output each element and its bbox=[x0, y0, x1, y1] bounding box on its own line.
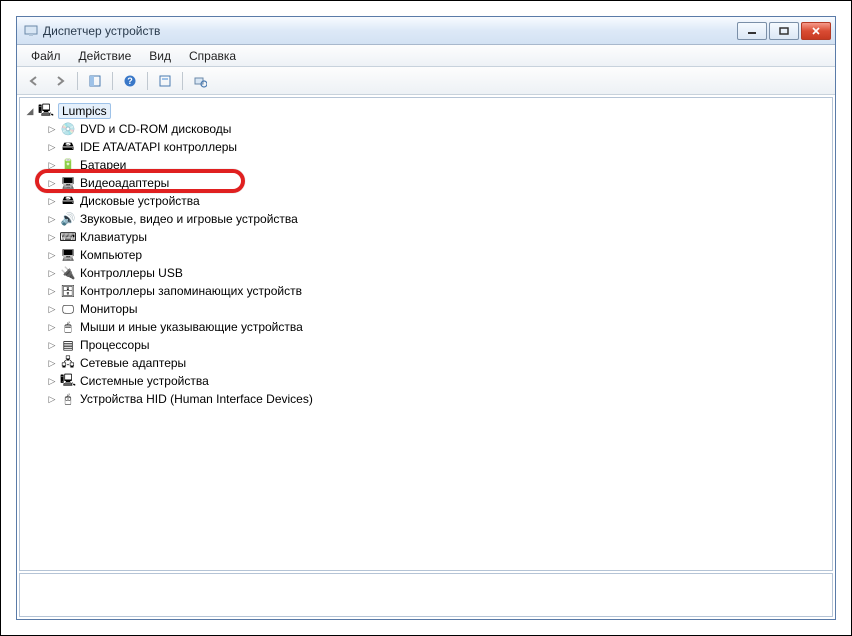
computer-icon: 🖥 bbox=[60, 247, 76, 263]
separator bbox=[77, 72, 78, 90]
scan-button[interactable] bbox=[189, 70, 211, 92]
device-tree-panel: ◢ 🖳 Lumpics ▷💿DVD и CD-ROM дисководы▷🖴ID… bbox=[19, 97, 833, 571]
expand-icon[interactable]: ▷ bbox=[46, 285, 58, 297]
toolbar: ? bbox=[17, 67, 835, 95]
help-button[interactable]: ? bbox=[119, 70, 141, 92]
disk-icon: 🖴 bbox=[60, 193, 76, 209]
tree-item-keyboards[interactable]: ▷⌨ Клавиатуры bbox=[44, 228, 830, 246]
ide-icon: 🖴 bbox=[60, 139, 76, 155]
tree-item-ide-controllers[interactable]: ▷🖴 IDE ATA/ATAPI контроллеры bbox=[44, 138, 830, 156]
menu-view[interactable]: Вид bbox=[141, 47, 179, 65]
root-label: Lumpics bbox=[58, 103, 111, 119]
titlebar[interactable]: Диспетчер устройств bbox=[17, 17, 835, 45]
tree-item-system-devices[interactable]: ▷🖳 Системные устройства bbox=[44, 372, 830, 390]
tree-item-disk-drives[interactable]: ▷🖴 Дисковые устройства bbox=[44, 192, 830, 210]
tree-root-computer[interactable]: ◢ 🖳 Lumpics bbox=[22, 102, 830, 120]
battery-icon: 🔋 bbox=[60, 157, 76, 173]
svg-text:?: ? bbox=[127, 76, 133, 86]
tree-item-label: Процессоры bbox=[80, 338, 150, 352]
tree-item-label: Мониторы bbox=[80, 302, 137, 316]
tree-item-storage-controllers[interactable]: ▷🗄 Контроллеры запоминающих устройств bbox=[44, 282, 830, 300]
tree-item-computer[interactable]: ▷🖥 Компьютер bbox=[44, 246, 830, 264]
computer-icon: 🖳 bbox=[38, 103, 54, 119]
expand-icon[interactable]: ▷ bbox=[46, 141, 58, 153]
expand-icon[interactable]: ▷ bbox=[46, 213, 58, 225]
expand-icon[interactable]: ▷ bbox=[46, 195, 58, 207]
tree-item-label: Компьютер bbox=[80, 248, 142, 262]
mouse-icon: 🖱 bbox=[60, 319, 76, 335]
tree-item-label: Звуковые, видео и игровые устройства bbox=[80, 212, 298, 226]
tree-item-batteries[interactable]: ▷🔋 Батареи bbox=[44, 156, 830, 174]
expand-icon[interactable]: ▷ bbox=[46, 339, 58, 351]
device-manager-window: Диспетчер устройств Файл Действие Вид Сп… bbox=[16, 16, 836, 620]
tree-item-network-adapters[interactable]: ▷🖧 Сетевые адаптеры bbox=[44, 354, 830, 372]
forward-button[interactable] bbox=[49, 70, 71, 92]
tree-item-label: Сетевые адаптеры bbox=[80, 356, 186, 370]
dvd-icon: 💿 bbox=[60, 121, 76, 137]
expand-icon[interactable]: ▷ bbox=[46, 321, 58, 333]
expand-icon[interactable]: ▷ bbox=[46, 159, 58, 171]
collapse-icon[interactable]: ◢ bbox=[24, 105, 36, 117]
tree-item-label: IDE ATA/ATAPI контроллеры bbox=[80, 140, 237, 154]
expand-icon[interactable]: ▷ bbox=[46, 393, 58, 405]
tree-item-processors[interactable]: ▷▤ Процессоры bbox=[44, 336, 830, 354]
close-button[interactable] bbox=[801, 22, 831, 40]
minimize-button[interactable] bbox=[737, 22, 767, 40]
maximize-button[interactable] bbox=[769, 22, 799, 40]
tree-item-label: Системные устройства bbox=[80, 374, 209, 388]
menu-file[interactable]: Файл bbox=[23, 47, 69, 65]
window-title: Диспетчер устройств bbox=[43, 24, 735, 38]
expand-icon[interactable]: ▷ bbox=[46, 249, 58, 261]
tree-item-label: Контроллеры запоминающих устройств bbox=[80, 284, 302, 298]
storage-icon: 🗄 bbox=[60, 283, 76, 299]
monitor-icon: 🖵 bbox=[60, 301, 76, 317]
properties-button[interactable] bbox=[154, 70, 176, 92]
expand-icon[interactable]: ▷ bbox=[46, 267, 58, 279]
back-button[interactable] bbox=[23, 70, 45, 92]
tree-item-mice[interactable]: ▷🖱 Мыши и иные указывающие устройства bbox=[44, 318, 830, 336]
tree-item-sound-devices[interactable]: ▷🔊 Звуковые, видео и игровые устройства bbox=[44, 210, 830, 228]
system-icon: 🖳 bbox=[60, 373, 76, 389]
tree-item-usb-controllers[interactable]: ▷🔌 Контроллеры USB bbox=[44, 264, 830, 282]
tree-item-label: Клавиатуры bbox=[80, 230, 147, 244]
menu-help[interactable]: Справка bbox=[181, 47, 244, 65]
tree-item-label: DVD и CD-ROM дисководы bbox=[80, 122, 231, 136]
app-icon bbox=[23, 23, 39, 39]
network-icon: 🖧 bbox=[60, 355, 76, 371]
keyboard-icon: ⌨ bbox=[60, 229, 76, 245]
menu-action[interactable]: Действие bbox=[71, 47, 140, 65]
expand-icon[interactable]: ▷ bbox=[46, 231, 58, 243]
separator bbox=[182, 72, 183, 90]
menubar: Файл Действие Вид Справка bbox=[17, 45, 835, 67]
sound-icon: 🔊 bbox=[60, 211, 76, 227]
content-area: ◢ 🖳 Lumpics ▷💿DVD и CD-ROM дисководы▷🖴ID… bbox=[17, 95, 835, 619]
separator bbox=[112, 72, 113, 90]
tree-item-hid-devices[interactable]: ▷🖰 Устройства HID (Human Interface Device… bbox=[44, 390, 830, 408]
expand-icon[interactable]: ▷ bbox=[46, 303, 58, 315]
details-panel bbox=[19, 573, 833, 617]
tree-item-label: Видеоадаптеры bbox=[80, 176, 169, 190]
hid-icon: 🖰 bbox=[60, 391, 76, 407]
expand-icon[interactable]: ▷ bbox=[46, 357, 58, 369]
expand-icon[interactable]: ▷ bbox=[46, 375, 58, 387]
tree-item-label: Дисковые устройства bbox=[80, 194, 200, 208]
tree-item-video-adapters[interactable]: ▷🖥 Видеоадаптеры bbox=[44, 174, 830, 192]
separator bbox=[147, 72, 148, 90]
cpu-icon: ▤ bbox=[60, 337, 76, 353]
tree-item-dvd-drives[interactable]: ▷💿 DVD и CD-ROM дисководы bbox=[44, 120, 830, 138]
video-icon: 🖥 bbox=[60, 175, 76, 191]
show-hide-button[interactable] bbox=[84, 70, 106, 92]
tree-item-label: Мыши и иные указывающие устройства bbox=[80, 320, 303, 334]
tree-item-label: Контроллеры USB bbox=[80, 266, 183, 280]
tree-item-label: Батареи bbox=[80, 158, 126, 172]
expand-icon[interactable]: ▷ bbox=[46, 123, 58, 135]
usb-icon: 🔌 bbox=[60, 265, 76, 281]
tree-item-monitors[interactable]: ▷🖵 Мониторы bbox=[44, 300, 830, 318]
expand-icon[interactable]: ▷ bbox=[46, 177, 58, 189]
tree-item-label: Устройства HID (Human Interface Devices) bbox=[80, 392, 313, 406]
